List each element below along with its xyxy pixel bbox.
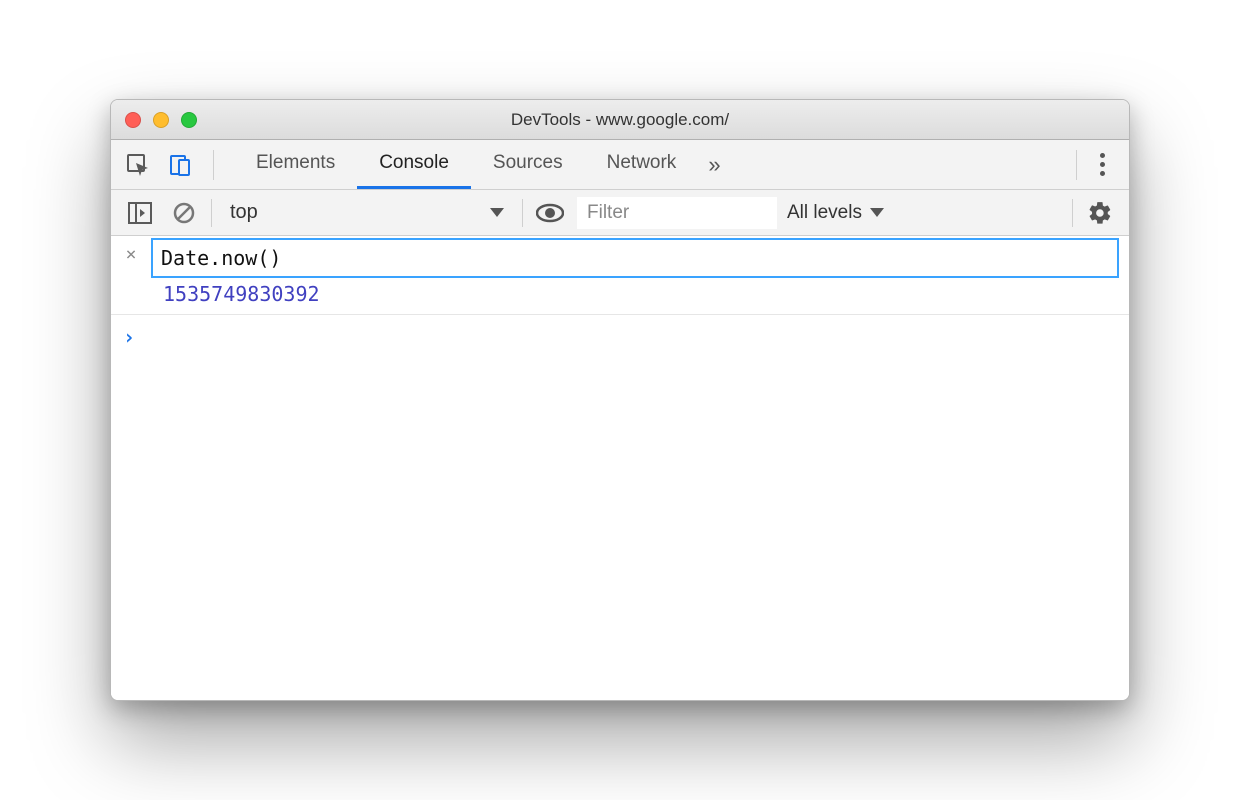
kebab-icon — [1088, 153, 1116, 176]
console-output: × Date.now() 1535749830392 › — [111, 236, 1129, 700]
clear-console-icon[interactable] — [167, 196, 201, 230]
tabstrip-right — [1068, 148, 1119, 182]
context-label: top — [230, 201, 258, 224]
minimize-window-button[interactable] — [153, 112, 169, 128]
console-prompt-row[interactable]: › — [111, 315, 1129, 359]
live-expression-input[interactable]: Date.now() — [151, 238, 1119, 278]
divider — [211, 199, 212, 227]
prompt-caret-icon: › — [123, 325, 135, 349]
window-title: DevTools - www.google.com/ — [511, 110, 729, 130]
divider — [1072, 199, 1073, 227]
live-expression-result: 1535749830392 — [121, 278, 1119, 306]
tab-console[interactable]: Console — [357, 140, 471, 189]
devtools-tabstrip: Elements Console Sources Network » — [111, 140, 1129, 190]
inspect-element-icon[interactable] — [121, 148, 155, 182]
tab-sources[interactable]: Sources — [471, 140, 585, 189]
tab-elements[interactable]: Elements — [234, 140, 357, 189]
console-toolbar: top All levels — [111, 190, 1129, 236]
remove-expression-button[interactable]: × — [121, 238, 141, 272]
title-bar: DevTools - www.google.com/ — [111, 100, 1129, 140]
more-tabs-button[interactable]: » — [698, 140, 730, 189]
toggle-console-sidebar-icon[interactable] — [123, 196, 157, 230]
devtools-window: DevTools - www.google.com/ Elements Cons… — [110, 99, 1130, 701]
filter-input[interactable] — [577, 197, 777, 229]
maximize-window-button[interactable] — [181, 112, 197, 128]
toggle-device-toolbar-icon[interactable] — [163, 148, 197, 182]
levels-label: All levels — [787, 202, 862, 224]
log-levels-selector[interactable]: All levels — [787, 202, 884, 224]
console-settings-icon[interactable] — [1083, 196, 1117, 230]
panel-tabs: Elements Console Sources Network » — [234, 140, 731, 189]
entry-head: × Date.now() — [121, 238, 1119, 278]
live-expression-icon[interactable] — [533, 196, 567, 230]
execution-context-selector[interactable]: top — [222, 201, 512, 224]
divider — [213, 150, 214, 180]
traffic-lights — [125, 112, 197, 128]
kebab-menu-button[interactable] — [1085, 148, 1119, 182]
chevron-down-icon — [490, 208, 504, 217]
live-expression-entry: × Date.now() 1535749830392 — [111, 236, 1129, 315]
divider — [1076, 150, 1077, 180]
tabstrip-left — [121, 148, 222, 182]
chevron-down-icon — [870, 208, 884, 217]
close-window-button[interactable] — [125, 112, 141, 128]
divider — [522, 199, 523, 227]
tab-network[interactable]: Network — [585, 140, 699, 189]
